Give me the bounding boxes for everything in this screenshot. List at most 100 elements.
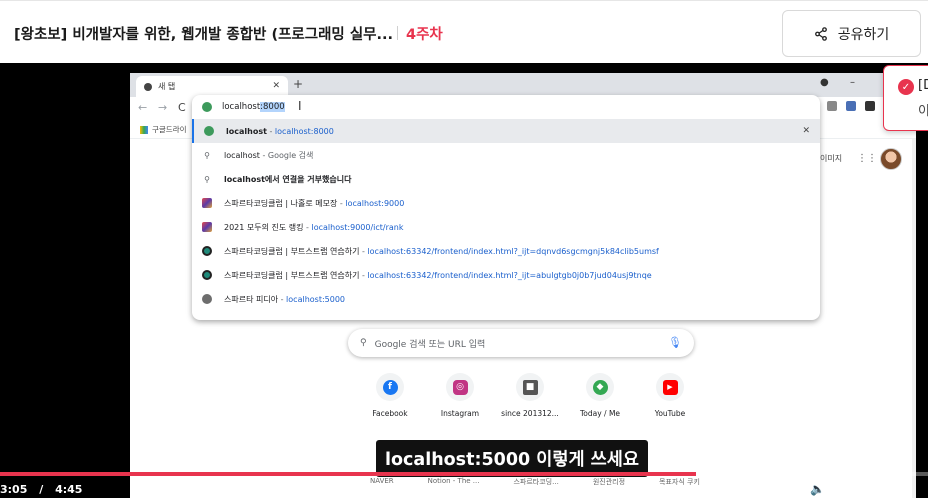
toast-subtitle: 이 [918, 100, 928, 119]
suggestion-url: localhost:9000/ict/rank [311, 222, 404, 232]
forward-icon[interactable]: → [158, 101, 167, 114]
time-separator: / [39, 483, 44, 496]
youtube-icon: ▶ [662, 379, 678, 395]
suggestion-row[interactable]: ⚲ localhost - Google 검색 [192, 143, 820, 167]
shortcut-instagram[interactable]: ◎ Instagram [425, 373, 495, 418]
shortcut-label[interactable]: Notion - The ... [428, 477, 480, 487]
globe-icon [202, 294, 212, 304]
microphone-icon[interactable]: 🎙 [668, 336, 682, 349]
address-bar[interactable]: localhost:8000 I [192, 95, 820, 119]
shortcut-label: since 201312... [501, 409, 559, 418]
suggestion-sep: - [278, 294, 287, 304]
close-icon[interactable]: ✕ [272, 81, 280, 91]
sparta-favicon-icon [202, 222, 212, 232]
puzzle-icon[interactable] [865, 101, 875, 111]
shortcut-label[interactable]: 원진관리정 [593, 477, 625, 487]
volume-icon[interactable]: 🔈 [810, 482, 825, 496]
suggestion-main: localhost에서 연결을 거부했습니다 [224, 174, 352, 184]
volume-slider[interactable] [836, 490, 904, 493]
shortcut-since[interactable]: ■ since 201312... [495, 373, 565, 418]
suggestion-main: 스파르타 피디아 [224, 294, 279, 304]
suggestion-text: 2021 모두의 진도 랭킹 - localhost:9000/ict/rank [224, 222, 404, 233]
shortcut-tile: ◎ [446, 373, 474, 401]
lecture-header: [왕초보] 비개발자를 위한, 웹개발 종합반 (프로그래밍 실무... 4주차… [0, 0, 928, 63]
suggestion-text: 스파르타코딩클럽 | 나홀로 메모장 - localhost:9000 [224, 198, 404, 209]
suggestion-url: Google 검색 [267, 150, 314, 160]
diamond-icon: ◆ [592, 379, 608, 395]
images-link[interactable]: 이미지 [820, 153, 842, 164]
suggestion-url: localhost:9000 [345, 198, 405, 208]
suggestion-row[interactable]: ⚲ localhost에서 연결을 거부했습니다 [192, 167, 820, 191]
search-icon: ⚲ [204, 150, 210, 160]
new-tab-icon[interactable]: + [293, 77, 303, 91]
video-time: 3:05 / 4:45 [0, 483, 82, 496]
shortcut-facebook[interactable]: f Facebook [355, 373, 425, 418]
title-divider [397, 26, 398, 40]
course-title: [왕초보] 비개발자를 위한, 웹개발 종합반 (프로그래밍 실무... [14, 27, 394, 43]
bookmark-label: 구글드라이 [152, 125, 187, 134]
suggestion-url: localhost:8000 [274, 126, 334, 136]
suggestion-text: localhost - localhost:8000 [226, 127, 334, 136]
shortcut-label: YouTube [654, 409, 686, 418]
share-button[interactable]: 공유하기 [782, 10, 921, 57]
shortcut-label: Instagram [440, 409, 480, 418]
week-label: 4주차 [406, 27, 443, 43]
notification-toast[interactable]: ✓ [D 이 [883, 65, 928, 131]
shortcut-label[interactable]: 스파르타코딩... [513, 477, 558, 487]
selected-text: :8000 [260, 102, 285, 112]
google-search-box[interactable]: ⚲ Google 검색 또는 URL 입력 🎙 [348, 329, 694, 357]
text-cursor-icon: I [298, 99, 302, 113]
tab-title: 새 탭 [158, 82, 176, 91]
shortcut-label[interactable]: NAVER [370, 477, 394, 487]
bookmark-google-drive[interactable]: 구글드라이 [140, 124, 187, 135]
typed-text: localhost [222, 102, 261, 112]
shortcut-tile: ◆ [586, 373, 614, 401]
google-drive-icon [140, 125, 148, 134]
suggestion-row[interactable]: 스파르타코딩클럽 | 부트스트랩 연습하기 - localhost:63342/… [192, 263, 820, 287]
tab-new-tab[interactable]: 새 탭 ✕ [136, 76, 288, 97]
volume-fill [836, 490, 870, 493]
page-scrollbar[interactable] [912, 139, 916, 498]
avatar[interactable] [880, 148, 902, 170]
browser-window: 새 탭 ✕ + ● – ← → C 구글드라이 localhost:8000 I… [130, 73, 916, 498]
address-text: localhost:8000 [222, 102, 285, 112]
suggestion-row[interactable]: 스파르타코딩클럽 | 나홀로 메모장 - localhost:9000 [192, 191, 820, 215]
chrome-icon [144, 82, 152, 91]
profile-icon[interactable]: ● [820, 77, 829, 88]
green-favicon-icon [204, 126, 214, 136]
shortcut-label[interactable]: 목표자식 쿠키 [659, 477, 700, 487]
suggestion-text: 스파르타 피디아 - localhost:5000 [224, 294, 345, 305]
extension-icon[interactable] [827, 101, 837, 111]
shortcut-label: Today / Me [579, 409, 621, 418]
remove-suggestion-icon[interactable]: ✕ [802, 126, 810, 136]
shortcuts-grid: f Facebook ◎ Instagram ■ since 201312...… [355, 373, 695, 433]
video-progress-bar[interactable] [0, 472, 928, 476]
share-label: 공유하기 [837, 26, 890, 43]
suggestion-text: localhost - Google 검색 [224, 150, 313, 161]
current-time: 3:05 [0, 483, 28, 496]
suggestion-sep: - [266, 126, 275, 136]
suggestion-main: localhost [224, 150, 260, 160]
minimize-icon[interactable]: – [850, 77, 855, 88]
search-icon: ⚲ [204, 174, 210, 184]
suggestion-row[interactable]: localhost - localhost:8000 ✕ [192, 119, 820, 143]
suggestion-main: localhost [226, 126, 267, 136]
shortcut-tile: ■ [516, 373, 544, 401]
shortcut-label: Facebook [372, 409, 408, 418]
back-icon[interactable]: ← [138, 101, 147, 114]
shortcut-today-me[interactable]: ◆ Today / Me [565, 373, 635, 418]
shortcut-tile: f [376, 373, 404, 401]
pycharm-favicon-icon [202, 270, 212, 280]
suggestion-main: 2021 모두의 진도 랭킹 [224, 222, 304, 232]
video-player[interactable]: 새 탭 ✕ + ● – ← → C 구글드라이 localhost:8000 I… [0, 63, 928, 498]
shortcut-tile: ▶ [656, 373, 684, 401]
shortcut-youtube[interactable]: ▶ YouTube [635, 373, 705, 418]
suggestion-row[interactable]: 스파르타 피디아 - localhost:5000 [192, 287, 820, 311]
reload-icon[interactable]: C [178, 101, 186, 114]
image-thumbnail-icon: ■ [522, 379, 538, 395]
bottom-shortcuts: NAVER Notion - The ... 스파르타코딩... 원진관리정 목… [370, 477, 700, 487]
suggestion-row[interactable]: 2021 모두의 진도 랭킹 - localhost:9000/ict/rank [192, 215, 820, 239]
extension-icon[interactable] [846, 101, 856, 111]
sparta-favicon-icon [202, 198, 212, 208]
suggestion-row[interactable]: 스파르타코딩클럽 | 부트스트랩 연습하기 - localhost:63342/… [192, 239, 820, 263]
